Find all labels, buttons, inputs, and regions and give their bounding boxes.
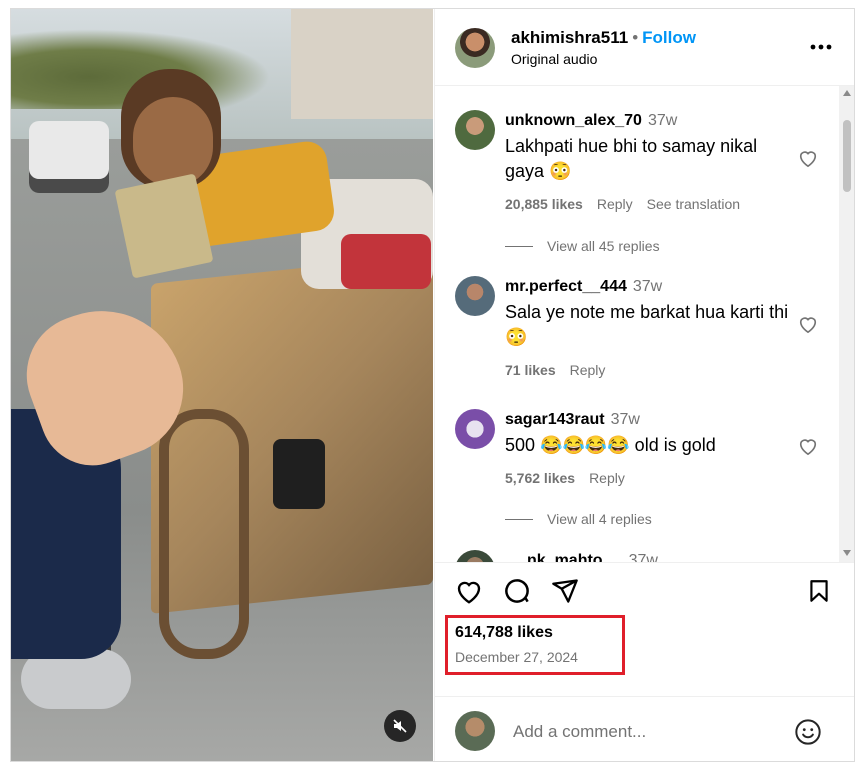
comment-header: sagar143raut 37w (505, 411, 640, 429)
replies-divider (505, 245, 533, 247)
heart-icon[interactable] (797, 436, 819, 456)
comment-meta: 20,885 likes Reply See translation (505, 196, 754, 212)
bookmark-icon (810, 580, 828, 602)
comment-time: 37w (628, 552, 658, 562)
video-cart-wheel (159, 409, 249, 659)
scroll-thumb[interactable] (843, 120, 851, 192)
separator-dot: • (632, 28, 639, 47)
video-car (29, 121, 109, 193)
comment-likes[interactable]: 5,762 likes (505, 470, 575, 486)
emoji-icon (795, 719, 821, 745)
heart-icon[interactable] (797, 314, 819, 334)
comment-username[interactable]: unknown_alex_70 (505, 112, 642, 129)
comment-input[interactable] (511, 717, 795, 747)
view-replies-button[interactable]: View all 4 replies (505, 511, 652, 527)
comment-time: 37w (632, 278, 663, 295)
highlight-box (445, 615, 625, 675)
comment-username[interactable]: mr.perfect__444 (505, 278, 627, 295)
comment-time: 37w (610, 411, 640, 428)
audio-link[interactable]: Original audio (511, 51, 597, 67)
comment-header: mr.perfect__444 37w (505, 278, 662, 296)
post-actions: 614,788 likes December 27, 2024 (435, 562, 854, 761)
comment-meta: 71 likes Reply (505, 362, 619, 378)
comment-likes[interactable]: 71 likes (505, 362, 556, 378)
like-button[interactable] (453, 575, 485, 607)
see-translation-button[interactable]: See translation (647, 196, 740, 212)
share-button[interactable] (549, 575, 581, 607)
save-button[interactable] (803, 575, 835, 607)
comment-avatar[interactable] (455, 409, 495, 449)
comment-header: unknown_alex_70 37w (505, 112, 677, 130)
share-icon (552, 579, 578, 603)
video-boy-face (133, 97, 213, 187)
author-line: akhimishra511 • Follow (511, 28, 696, 48)
view-replies-label: View all 4 replies (547, 511, 652, 527)
comment-text: 500 😂😂😂😂 old is gold (505, 435, 716, 455)
post-sidebar: akhimishra511 • Follow Original audio unkn… (434, 9, 854, 761)
comment-button[interactable] (501, 575, 533, 607)
reply-button[interactable]: Reply (570, 362, 606, 378)
comment-meta: 5,762 likes Reply (505, 470, 639, 486)
replies-divider (505, 518, 533, 520)
scroll-up-arrow-icon[interactable] (843, 90, 851, 96)
emoji-button[interactable] (793, 717, 823, 747)
comment-avatar[interactable] (455, 110, 495, 150)
view-replies-button[interactable]: View all 45 replies (505, 238, 660, 254)
comment-time: 37w (647, 112, 678, 129)
follow-button[interactable]: Follow (642, 28, 696, 47)
mute-button[interactable] (384, 710, 416, 742)
post-header: akhimishra511 • Follow Original audio (435, 9, 854, 86)
comment-icon (505, 579, 529, 603)
comment-header: nk_mahto 37w (527, 552, 658, 562)
video-building (291, 9, 433, 119)
comment-likes[interactable]: 20,885 likes (505, 196, 583, 212)
more-options-button[interactable] (807, 35, 835, 59)
comment-text: Lakhpati hue bhi to samay nikal gaya 😳 (505, 136, 758, 181)
comment-text: Sala ye note me barkat hua karti thi 😳 (505, 302, 789, 347)
comment-username[interactable]: sagar143raut (505, 411, 605, 428)
comments-scrollbar[interactable] (839, 86, 854, 562)
view-replies-label: View all 45 replies (547, 238, 660, 254)
post-video[interactable] (11, 9, 433, 761)
comments-list: unknown_alex_70 37w Lakhpati hue bhi to s… (435, 86, 854, 562)
current-user-avatar (455, 711, 495, 751)
heart-icon[interactable] (797, 148, 819, 168)
muted-speaker-icon (393, 719, 407, 733)
post-dialog: akhimishra511 • Follow Original audio unkn… (10, 8, 855, 762)
add-comment-bar (435, 696, 854, 761)
more-icon (810, 44, 832, 50)
comment-avatar[interactable] (455, 276, 495, 316)
author-username[interactable]: akhimishra511 (511, 28, 628, 47)
heart-icon (457, 581, 481, 604)
scroll-down-arrow-icon[interactable] (843, 550, 851, 556)
comment-username[interactable]: nk_mahto (527, 552, 603, 562)
reply-button[interactable]: Reply (589, 470, 625, 486)
comment-avatar[interactable] (455, 550, 495, 562)
video-jar (273, 439, 325, 509)
author-avatar[interactable] (455, 28, 495, 68)
reply-button[interactable]: Reply (597, 196, 633, 212)
video-red-bag (341, 234, 431, 289)
